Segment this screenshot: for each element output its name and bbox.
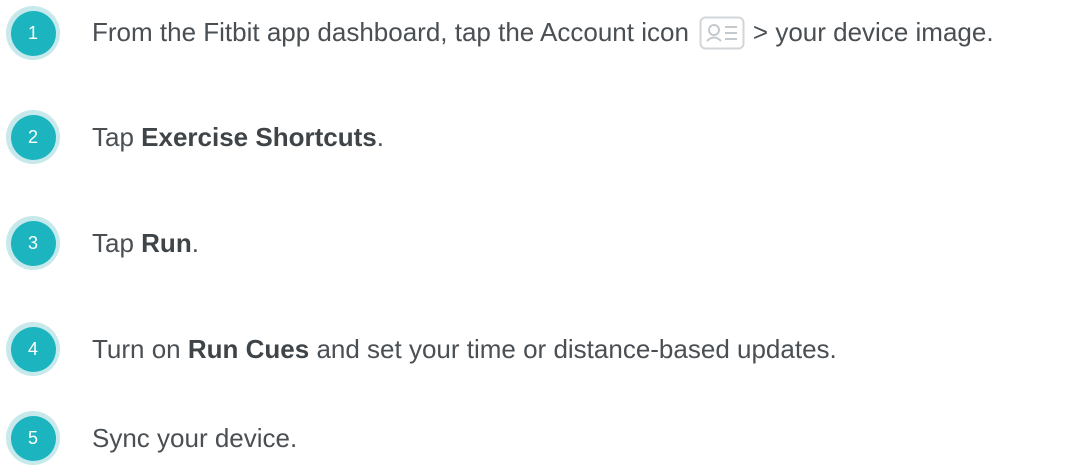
step-text-before: Tap (92, 122, 142, 152)
step-text-after: . (376, 122, 384, 152)
step-number: 3 (10, 220, 56, 266)
step-text: From the Fitbit app dashboard, tap the A… (92, 16, 994, 50)
step-text-after: and set your time or distance-based upda… (309, 334, 837, 364)
step-2: 2 Tap Exercise Shortcuts. (6, 107, 384, 167)
step-3: 3 Tap Run. (6, 213, 199, 273)
step-text-before: From the Fitbit app dashboard, tap the A… (92, 17, 689, 47)
step-text-bold: Exercise Shortcuts (141, 122, 377, 152)
step-text-after: > your device image. (752, 17, 994, 47)
step-number: 1 (10, 10, 56, 56)
step-number-badge: 2 (6, 110, 60, 164)
step-text-bold: Run (141, 228, 192, 258)
step-text-before: Sync your device. (92, 423, 298, 453)
step-text-before: Turn on (92, 334, 188, 364)
step-text-after: . (191, 228, 199, 258)
step-number: 2 (10, 114, 56, 160)
step-text-bold: Run Cues (187, 334, 310, 364)
step-4: 4 Turn on Run Cues and set your time or … (6, 319, 837, 379)
instruction-steps: 1 From the Fitbit app dashboard, tap the… (0, 0, 1085, 474)
account-card-icon (699, 16, 745, 50)
step-number-badge: 3 (6, 216, 60, 270)
step-5: 5 Sync your device. (6, 408, 297, 468)
step-number-badge: 4 (6, 322, 60, 376)
step-number: 5 (10, 415, 56, 461)
step-text: Sync your device. (92, 423, 297, 453)
step-text: Turn on Run Cues and set your time or di… (92, 334, 837, 364)
step-text: Tap Exercise Shortcuts. (92, 122, 384, 152)
step-number-badge: 1 (6, 6, 60, 60)
step-text: Tap Run. (92, 228, 199, 258)
step-1: 1 From the Fitbit app dashboard, tap the… (6, 3, 994, 63)
step-number: 4 (10, 326, 56, 372)
step-text-before: Tap (92, 228, 142, 258)
step-number-badge: 5 (6, 411, 60, 465)
